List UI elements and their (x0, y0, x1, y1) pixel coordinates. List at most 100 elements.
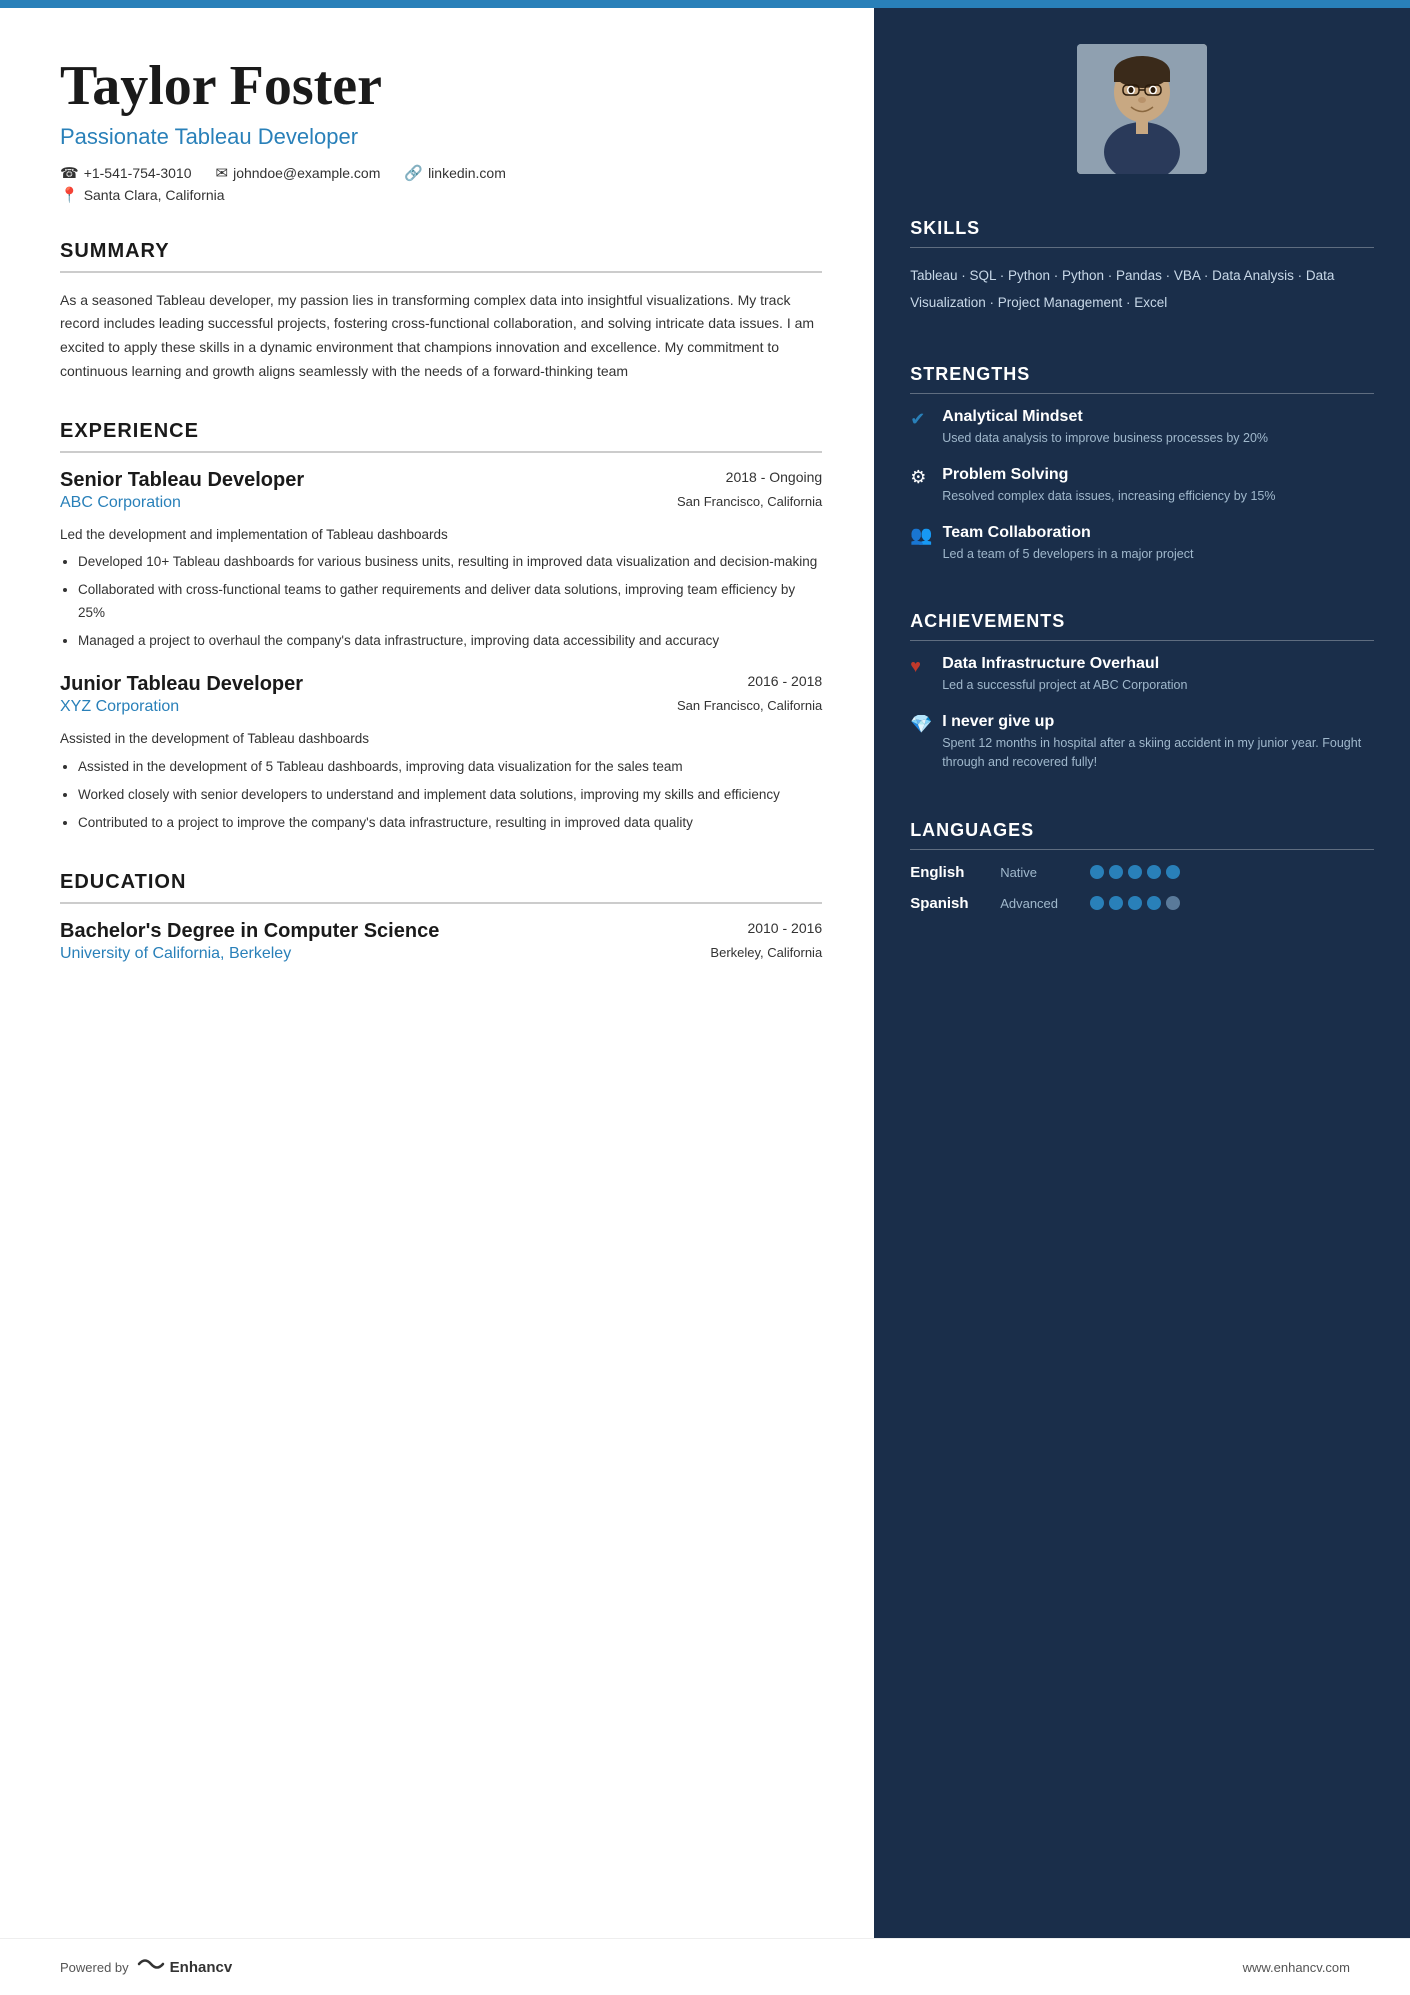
email-icon: ✉ (216, 164, 229, 182)
summary-section: SUMMARY As a seasoned Tableau developer,… (60, 240, 822, 384)
phone-number: +1-541-754-3010 (84, 165, 192, 181)
strength-desc-1: Used data analysis to improve business p… (942, 429, 1268, 448)
edu-school-1: University of California, Berkeley (60, 945, 291, 963)
language-dots-2 (1090, 896, 1180, 910)
exp-bullets-1: Developed 10+ Tableau dashboards for var… (60, 551, 822, 653)
exp-meta-2: XYZ Corporation San Francisco, Californi… (60, 698, 822, 718)
exp-title-1: Senior Tableau Developer (60, 469, 304, 492)
bullet-item: Assisted in the development of 5 Tableau… (78, 756, 822, 779)
linkedin-contact: 🔗 linkedin.com (404, 164, 506, 182)
exp-desc-2: Assisted in the development of Tableau d… (60, 728, 822, 750)
summary-text: As a seasoned Tableau developer, my pass… (60, 289, 822, 384)
bullet-item: Collaborated with cross-functional teams… (78, 579, 822, 625)
exp-meta-1: ABC Corporation San Francisco, Californi… (60, 494, 822, 514)
language-row-1: English Native (910, 864, 1374, 881)
bullet-item: Worked closely with senior developers to… (78, 784, 822, 807)
contact-row-1: ☎ +1-541-754-3010 ✉ johndoe@example.com … (60, 164, 822, 182)
photo-area (874, 8, 1410, 198)
experience-entry-2: Junior Tableau Developer 2016 - 2018 XYZ… (60, 673, 822, 834)
experience-title: EXPERIENCE (60, 420, 822, 453)
dot-filled (1090, 896, 1104, 910)
achievement-content-1: Data Infrastructure Overhaul Led a succe… (942, 655, 1187, 695)
strength-content-2: Problem Solving Resolved complex data is… (942, 466, 1275, 506)
header: Taylor Foster Passionate Tableau Develop… (60, 56, 822, 204)
language-name-2: Spanish (910, 895, 1000, 912)
exp-header-1: Senior Tableau Developer 2018 - Ongoing (60, 469, 822, 492)
contact-row-2: 📍 Santa Clara, California (60, 186, 822, 204)
language-level-1: Native (1000, 865, 1090, 880)
powered-by-label: Powered by (60, 1960, 129, 1975)
language-name-1: English (910, 864, 1000, 881)
top-bar (0, 0, 1410, 8)
footer-left: Powered by Enhancv (60, 1955, 232, 1979)
strength-content-1: Analytical Mindset Used data analysis to… (942, 408, 1268, 448)
phone-contact: ☎ +1-541-754-3010 (60, 164, 192, 182)
experience-section: EXPERIENCE Senior Tableau Developer 2018… (60, 420, 822, 835)
exp-company-2: XYZ Corporation (60, 698, 179, 716)
gear-icon: ⚙ (910, 467, 932, 488)
left-column: Taylor Foster Passionate Tableau Develop… (0, 8, 874, 1938)
logo-icon (137, 1955, 165, 1979)
location-icon: 📍 (60, 186, 79, 204)
achievement-name-2: I never give up (942, 713, 1374, 731)
achievement-desc-2: Spent 12 months in hospital after a skii… (942, 734, 1374, 772)
education-entry-1: Bachelor's Degree in Computer Science 20… (60, 920, 822, 963)
location-text: Santa Clara, California (84, 187, 225, 203)
skills-section: SKILLS Tableau · SQL · Python · Python ·… (874, 198, 1410, 316)
email-contact: ✉ johndoe@example.com (216, 164, 381, 182)
right-column: SKILLS Tableau · SQL · Python · Python ·… (874, 8, 1410, 1938)
languages-section: LANGUAGES English Native Spanish Advance… (874, 800, 1410, 912)
heart-icon: ♥ (910, 656, 932, 677)
achievement-item-2: 💎 I never give up Spent 12 months in hos… (910, 713, 1374, 772)
bullet-item: Contributed to a project to improve the … (78, 812, 822, 835)
linkedin-icon: 🔗 (404, 164, 423, 182)
edu-dates-1: 2010 - 2016 (747, 920, 822, 936)
candidate-name: Taylor Foster (60, 56, 822, 118)
dot-filled (1147, 896, 1161, 910)
profile-photo (1077, 44, 1207, 174)
enhancv-logo: Enhancv (137, 1955, 233, 1979)
achievement-name-1: Data Infrastructure Overhaul (942, 655, 1187, 673)
edu-degree-1: Bachelor's Degree in Computer Science (60, 920, 439, 943)
strength-desc-2: Resolved complex data issues, increasing… (942, 487, 1275, 506)
achievement-desc-1: Led a successful project at ABC Corporat… (942, 676, 1187, 695)
experience-entry-1: Senior Tableau Developer 2018 - Ongoing … (60, 469, 822, 653)
edu-location-1: Berkeley, California (710, 945, 822, 963)
location-contact: 📍 Santa Clara, California (60, 186, 225, 204)
summary-title: SUMMARY (60, 240, 822, 273)
phone-icon: ☎ (60, 164, 79, 182)
dot-filled (1128, 865, 1142, 879)
exp-bullets-2: Assisted in the development of 5 Tableau… (60, 756, 822, 835)
resume-container: Taylor Foster Passionate Tableau Develop… (0, 8, 1410, 1938)
exp-dates-2: 2016 - 2018 (747, 673, 822, 689)
strength-item-3: 👥 Team Collaboration Led a team of 5 dev… (910, 524, 1374, 564)
dot-filled (1147, 865, 1161, 879)
exp-company-1: ABC Corporation (60, 494, 181, 512)
footer-website: www.enhancv.com (1243, 1960, 1350, 1975)
linkedin-url: linkedin.com (428, 165, 506, 181)
strength-name-1: Analytical Mindset (942, 408, 1268, 426)
exp-header-2: Junior Tableau Developer 2016 - 2018 (60, 673, 822, 696)
candidate-title: Passionate Tableau Developer (60, 124, 822, 150)
dot-filled (1128, 896, 1142, 910)
achievement-item-1: ♥ Data Infrastructure Overhaul Led a suc… (910, 655, 1374, 695)
dot-filled (1166, 865, 1180, 879)
skills-title: SKILLS (910, 218, 1374, 248)
education-section: EDUCATION Bachelor's Degree in Computer … (60, 871, 822, 963)
exp-desc-1: Led the development and implementation o… (60, 524, 822, 546)
languages-title: LANGUAGES (910, 820, 1374, 850)
dot-empty (1166, 896, 1180, 910)
bullet-item: Managed a project to overhaul the compan… (78, 630, 822, 653)
strength-item-2: ⚙ Problem Solving Resolved complex data … (910, 466, 1374, 506)
team-icon: 👥 (910, 525, 932, 546)
dot-filled (1109, 865, 1123, 879)
edu-header-1: Bachelor's Degree in Computer Science 20… (60, 920, 822, 943)
strength-desc-3: Led a team of 5 developers in a major pr… (943, 545, 1194, 564)
checkmark-icon: ✔ (910, 409, 932, 430)
skills-text: Tableau · SQL · Python · Python · Pandas… (910, 262, 1374, 316)
language-level-2: Advanced (1000, 896, 1090, 911)
exp-location-2: San Francisco, California (677, 698, 822, 718)
strength-name-2: Problem Solving (942, 466, 1275, 484)
achievements-section: ACHIEVEMENTS ♥ Data Infrastructure Overh… (874, 591, 1410, 771)
email-address: johndoe@example.com (233, 165, 380, 181)
